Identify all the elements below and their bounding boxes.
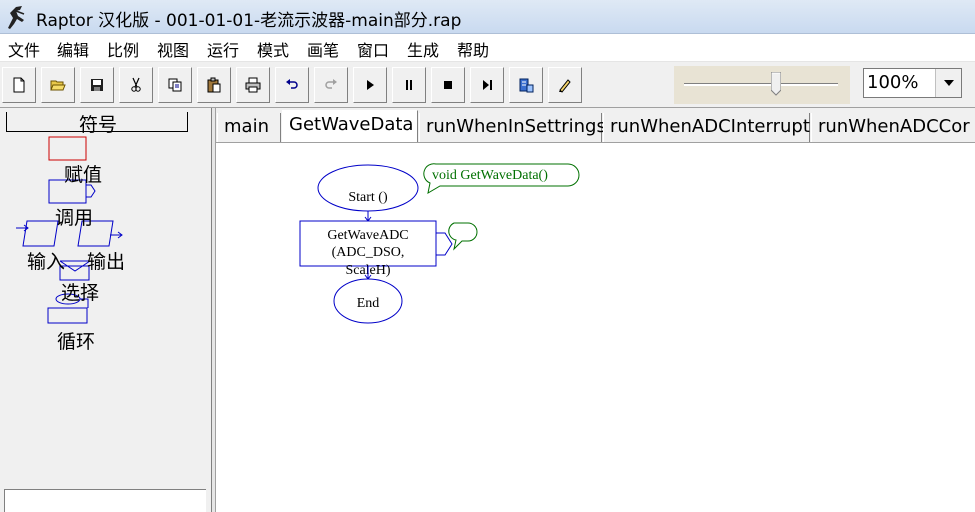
cut-icon bbox=[131, 77, 141, 92]
tab-bar: main GetWaveData runWhenInSettrings runW… bbox=[216, 108, 975, 143]
input-label: 输入 bbox=[27, 251, 66, 273]
tab-getwavedata[interactable]: GetWaveData bbox=[282, 110, 418, 142]
flowchart-canvas[interactable]: Start () void GetWaveData() GetWaveADC (… bbox=[216, 143, 975, 512]
print-button[interactable] bbox=[236, 67, 270, 103]
selection-label: 选择 bbox=[61, 282, 100, 304]
menu-generate[interactable]: 生成 bbox=[407, 37, 439, 61]
tab-runwheninsettrings[interactable]: runWhenInSettrings bbox=[419, 113, 606, 142]
end-label: End bbox=[357, 296, 380, 311]
output-label: 输出 bbox=[87, 251, 126, 273]
redo-button[interactable] bbox=[314, 67, 348, 103]
call-comment-balloon[interactable] bbox=[448, 222, 478, 251]
stop-icon bbox=[444, 81, 452, 89]
tab-runwhenadccor-label: runWhenADCCor bbox=[818, 116, 970, 137]
zoom-slider-thumb[interactable] bbox=[771, 72, 782, 96]
menu-help[interactable]: 帮助 bbox=[457, 37, 489, 61]
play-icon bbox=[367, 80, 374, 90]
new-file-icon bbox=[13, 77, 25, 93]
menu-mode[interactable]: 模式 bbox=[257, 37, 289, 61]
pause-button[interactable] bbox=[392, 67, 426, 103]
step-icon bbox=[483, 80, 492, 90]
menu-bar: 文件 编辑 比例 视图 运行 模式 画笔 窗口 生成 帮助 bbox=[0, 34, 975, 62]
tab-getwavedata-label: GetWaveData bbox=[289, 114, 414, 135]
tab-runwheninsettrings-label: runWhenInSettrings bbox=[426, 116, 606, 137]
print-icon bbox=[245, 77, 261, 93]
open-button[interactable] bbox=[41, 67, 75, 103]
undo-icon bbox=[286, 79, 298, 89]
comment-label: void GetWaveData() bbox=[432, 168, 548, 183]
stop-button[interactable] bbox=[431, 67, 465, 103]
step-button[interactable] bbox=[470, 67, 504, 103]
test-server-button[interactable] bbox=[509, 67, 543, 103]
call-label-line2: (ADC_DSO, bbox=[332, 245, 405, 260]
toolbar: 100% bbox=[0, 62, 975, 108]
play-button[interactable] bbox=[353, 67, 387, 103]
menu-file[interactable]: 文件 bbox=[8, 37, 40, 61]
zoom-slider[interactable] bbox=[674, 66, 850, 104]
tab-runwhenadccor[interactable]: runWhenADCCor bbox=[811, 113, 975, 142]
cut-button[interactable] bbox=[119, 67, 153, 103]
copy-button[interactable] bbox=[158, 67, 192, 103]
tab-runwhenadcinterrupt[interactable]: runWhenADCInterrupt bbox=[603, 113, 810, 142]
pause-icon bbox=[406, 80, 412, 90]
zoom-select[interactable]: 100% bbox=[863, 68, 962, 98]
watch-window[interactable] bbox=[4, 489, 206, 512]
open-folder-icon bbox=[50, 80, 66, 91]
symbol-panel: 符号 赋值 调用 输入 输出 选择 循环 bbox=[0, 108, 212, 512]
paste-icon bbox=[207, 77, 221, 93]
paste-button[interactable] bbox=[197, 67, 231, 103]
title-bar: Raptor 汉化版 - 001-01-01-老流示波器-main部分.rap bbox=[0, 0, 975, 34]
zoom-slider-track bbox=[684, 83, 838, 86]
redo-icon bbox=[325, 79, 337, 89]
save-icon bbox=[91, 79, 103, 91]
menu-edit[interactable]: 编辑 bbox=[57, 37, 89, 61]
new-file-button[interactable] bbox=[2, 67, 36, 103]
pen-button[interactable] bbox=[548, 67, 582, 103]
menu-scale[interactable]: 比例 bbox=[107, 37, 139, 61]
flowchart: Start () void GetWaveData() GetWaveADC (… bbox=[299, 163, 580, 324]
save-button[interactable] bbox=[80, 67, 114, 103]
test-server-icon bbox=[519, 78, 534, 93]
copy-icon bbox=[168, 78, 182, 92]
menu-window[interactable]: 窗口 bbox=[357, 37, 389, 61]
assignment-label: 赋值 bbox=[64, 164, 103, 186]
tab-main-label: main bbox=[224, 116, 269, 137]
menu-run[interactable]: 运行 bbox=[207, 37, 239, 61]
input-symbol[interactable] bbox=[16, 220, 59, 247]
tab-runwhenadcinterrupt-label: runWhenADCInterrupt bbox=[610, 116, 810, 137]
tab-main[interactable]: main bbox=[217, 113, 281, 142]
assignment-symbol[interactable] bbox=[48, 136, 87, 161]
call-label-line1: GetWaveADC bbox=[327, 228, 408, 243]
pen-icon bbox=[559, 79, 571, 93]
symbol-shapes bbox=[16, 136, 123, 324]
undo-button[interactable] bbox=[275, 67, 309, 103]
zoom-value: 100% bbox=[867, 72, 919, 93]
call-label: 调用 bbox=[55, 207, 94, 229]
menu-ink[interactable]: 画笔 bbox=[307, 37, 339, 61]
window-title: Raptor 汉化版 - 001-01-01-老流示波器-main部分.rap bbox=[36, 11, 462, 31]
start-label: Start () bbox=[348, 190, 388, 205]
chevron-down-icon bbox=[943, 80, 954, 86]
raptor-icon bbox=[8, 6, 25, 29]
menu-view[interactable]: 视图 bbox=[157, 37, 189, 61]
zoom-dropdown-button[interactable] bbox=[935, 69, 961, 97]
loop-label: 循环 bbox=[57, 331, 96, 353]
